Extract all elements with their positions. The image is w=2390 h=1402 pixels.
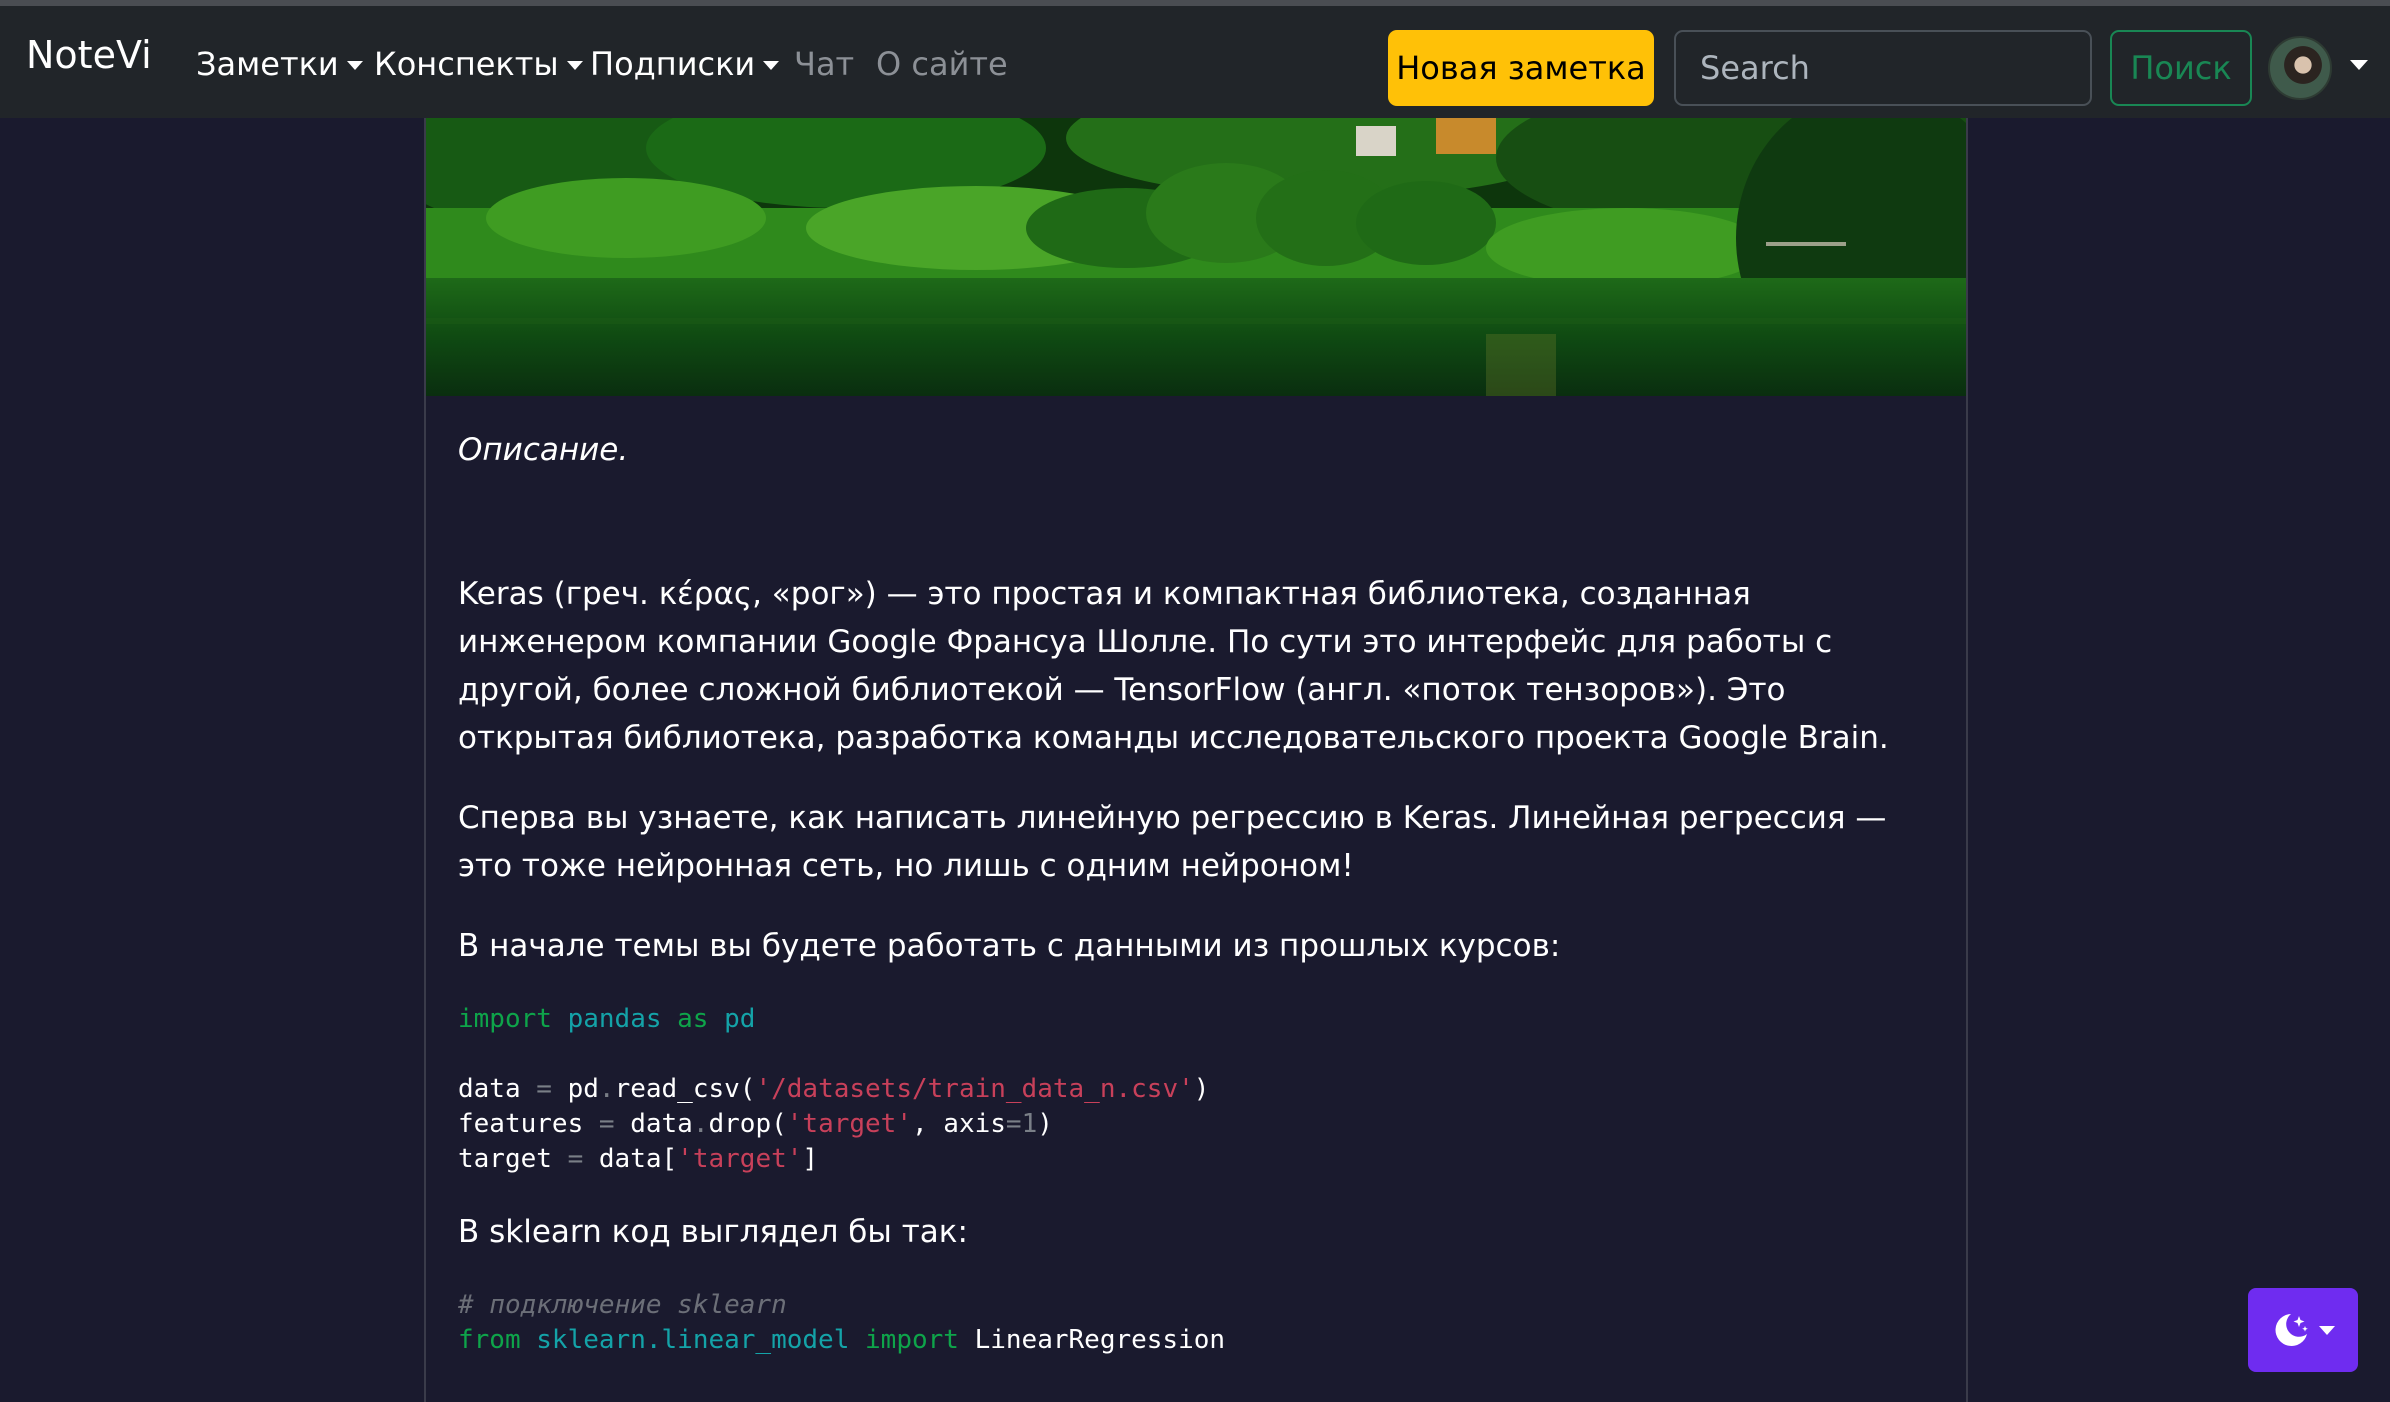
nav-summaries-dropdown[interactable]: Конспекты	[374, 48, 583, 80]
article-card: Описание. Keras (греч. κέρας, «рог») — э…	[424, 118, 1968, 1402]
code-token: import	[458, 1004, 552, 1034]
navbar: NoteVi Заметки Конспекты Подписки Чат О …	[0, 6, 2390, 118]
user-menu-caret-icon[interactable]	[2350, 60, 2368, 70]
code-token: =	[1005, 1109, 1022, 1139]
code-token: from	[458, 1325, 521, 1355]
search-input[interactable]	[1674, 30, 2092, 106]
search-button[interactable]: Поиск	[2110, 30, 2252, 106]
nav-summaries-label: Конспекты	[374, 45, 559, 83]
code-token: drop(	[708, 1109, 787, 1139]
code-token: 'target'	[786, 1109, 912, 1139]
code-token: 'target'	[677, 1144, 803, 1174]
code-token: =	[536, 1074, 568, 1104]
nav-about-link[interactable]: О сайте	[876, 48, 1008, 80]
code-token: LinearRegression	[974, 1325, 1226, 1355]
code-token: ]	[802, 1144, 819, 1174]
new-note-button[interactable]: Новая заметка	[1388, 30, 1654, 106]
code-token: data	[630, 1109, 693, 1139]
paragraph-intro: Keras (греч. κέρας, «рог») — это простая…	[458, 576, 1889, 756]
nav-chat-link[interactable]: Чат	[794, 48, 854, 80]
user-avatar[interactable]	[2268, 36, 2332, 100]
code-token: data[	[598, 1144, 678, 1174]
code-comment: # подключение sklearn	[458, 1290, 787, 1320]
code-token: features	[458, 1109, 599, 1139]
code-token: read_csv(	[614, 1074, 756, 1104]
nav-subscriptions-dropdown[interactable]: Подписки	[590, 45, 780, 83]
code-token: .	[692, 1109, 709, 1139]
code-token: target	[458, 1144, 568, 1174]
caret-down-icon	[763, 60, 780, 70]
theme-toggle-button[interactable]	[2248, 1288, 2358, 1372]
code-token: pd	[724, 1004, 756, 1034]
code-token: sklearn.linear_model	[536, 1325, 850, 1355]
code-token: import	[865, 1325, 959, 1355]
brand-logo[interactable]: NoteVi	[26, 36, 152, 74]
code-token: data	[458, 1074, 537, 1104]
code-token: =	[567, 1144, 599, 1174]
paragraph-linear-regression: Сперва вы узнаете, как написать линейную…	[458, 800, 1887, 884]
paragraph-data-intro: В начале темы вы будете работать с данны…	[458, 928, 1561, 964]
caret-down-icon	[2319, 1325, 2335, 1335]
code-block-sklearn: # подключение sklearn from sklearn.linea…	[458, 1288, 1938, 1358]
code-token: '/datasets/train_data_n.csv'	[755, 1074, 1194, 1104]
code-token: =	[598, 1109, 631, 1139]
code-token: pd	[567, 1074, 599, 1104]
code-token: .	[598, 1074, 615, 1104]
article-hero-image	[426, 118, 1966, 396]
code-token: as	[677, 1004, 709, 1034]
paragraph-sklearn: В sklearn код выглядел бы так:	[458, 1214, 968, 1250]
code-token: , axis	[912, 1109, 1006, 1139]
moon-stars-icon	[2275, 1314, 2308, 1346]
code-token: )	[1037, 1109, 1053, 1139]
description-label: Описание.	[458, 432, 629, 468]
nav-subscriptions-label: Подписки	[590, 45, 756, 83]
nav-notes-label: Заметки	[196, 45, 339, 83]
code-token: 1	[1021, 1109, 1038, 1139]
code-block-pandas: import pandas as pd data = pd.read_csv('…	[458, 1002, 1938, 1177]
code-token: )	[1193, 1074, 1210, 1104]
nav-notes-dropdown[interactable]: Заметки	[196, 48, 363, 80]
caret-down-icon	[346, 60, 363, 70]
code-token: pandas	[567, 1004, 662, 1034]
caret-down-icon	[566, 60, 583, 70]
